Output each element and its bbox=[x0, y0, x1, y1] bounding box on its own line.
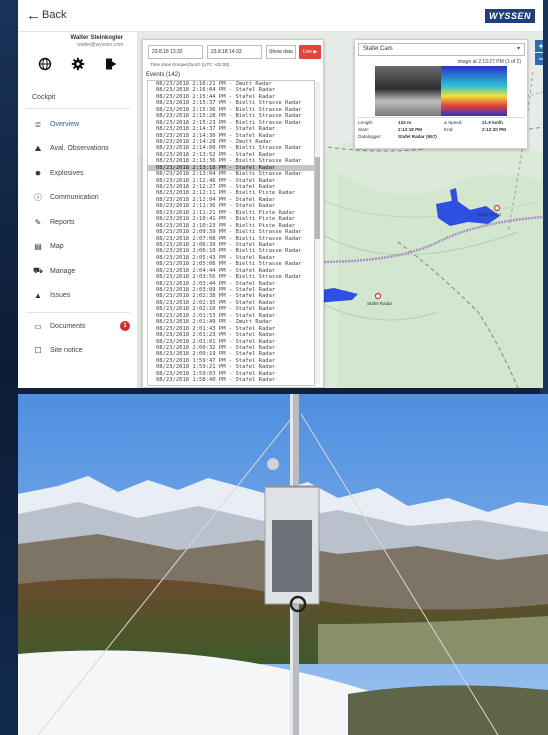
sidebar-item-aval-observations[interactable]: ⛰ Aval. Observations bbox=[18, 137, 138, 162]
camera-difference-image[interactable] bbox=[441, 66, 507, 116]
brand-logo: WYSSEN bbox=[484, 9, 535, 23]
back-button[interactable]: Back bbox=[42, 9, 66, 21]
show-data-button[interactable]: Show data bbox=[266, 45, 296, 59]
camera-select[interactable]: Stafel Cam ▾ bbox=[358, 43, 525, 56]
bell-icon: ▲ bbox=[34, 291, 42, 301]
events-panel: 23.8.18 13:32 23.8.18 14:33 Show data Li… bbox=[142, 39, 324, 388]
camera-panel: Stafel Cam ▾ image at 2:13:27 PM (1 of 2… bbox=[354, 39, 528, 149]
live-button[interactable]: Live ▶ bbox=[299, 45, 321, 59]
event-row[interactable]: 08/23/2018 2:10:41 PM - Bielti Piste Rad… bbox=[148, 216, 314, 222]
start-label: Start: bbox=[358, 127, 369, 132]
screenshot-root: { "topbar": { "back_label": "Back", "bra… bbox=[0, 0, 548, 735]
camera-image-info: image at 2:13:27 PM (1 of 2) bbox=[457, 59, 521, 65]
sidebar-item-site-notice[interactable]: ☐ Site notice bbox=[18, 339, 138, 364]
length-label: Length: bbox=[358, 120, 374, 125]
globe-icon[interactable] bbox=[38, 57, 52, 71]
edit-icon: ✎ bbox=[34, 217, 42, 227]
map-label-stafel: Stafel Radar bbox=[367, 301, 393, 306]
nav-divider bbox=[26, 312, 130, 313]
sidebar-nav: ≣ Overview ⛰ Aval. Observations ✸ Explos… bbox=[18, 108, 138, 364]
sidebar-item-label: Reports bbox=[50, 218, 75, 226]
event-row[interactable]: 08/23/2018 2:13:36 PM - Bielti Strasse R… bbox=[148, 158, 314, 164]
sidebar-item-label: Site notice bbox=[50, 347, 83, 355]
photo-scene bbox=[18, 394, 548, 735]
sidebar-item-label: Explosives bbox=[50, 169, 84, 177]
truck-icon: ⛟ bbox=[32, 266, 44, 276]
speed-label: ø Speed: bbox=[444, 120, 463, 125]
event-row[interactable]: 08/23/2018 2:07:08 PM - Bielti Strasse R… bbox=[148, 236, 314, 242]
sidebar-item-label: Communication bbox=[50, 194, 99, 202]
sidebar-item-overview[interactable]: ≣ Overview bbox=[18, 112, 138, 137]
event-row[interactable]: 08/23/2018 2:13:04 PM - Bielti Strasse R… bbox=[148, 171, 314, 177]
user-email: walter@wyssen.com bbox=[77, 42, 123, 48]
sidebar-item-reports[interactable]: ✎ Reports bbox=[18, 210, 138, 235]
left-edge-strip bbox=[0, 0, 18, 735]
documents-badge: 1 bbox=[120, 321, 130, 331]
nav-divider bbox=[26, 108, 130, 109]
end-datetime-field[interactable]: 23.8.18 14:33 bbox=[207, 45, 262, 59]
sidebar-item-manage[interactable]: ⛟ Manage bbox=[18, 259, 138, 284]
event-row[interactable]: 08/23/2018 2:12:11 PM - Bielti Piste Rad… bbox=[148, 190, 314, 196]
caret-down-icon: ▾ bbox=[516, 46, 520, 52]
sidebar-item-label: Documents bbox=[50, 322, 86, 330]
map-icon: ▤ bbox=[34, 242, 42, 252]
sidebar-item-issues[interactable]: ▲ Issues bbox=[18, 284, 138, 309]
sidebar-item-explosives[interactable]: ✸ Explosives bbox=[18, 161, 138, 186]
user-name: Walter Steinkogler bbox=[70, 35, 123, 41]
camera-stats: Length: 133 m ø Speed: 21.9 km/h Start: … bbox=[358, 117, 525, 147]
camera-image[interactable] bbox=[375, 66, 441, 116]
event-row[interactable]: 08/23/2018 2:15:28 PM - Bielti Strasse R… bbox=[148, 113, 314, 119]
events-scrollbar[interactable] bbox=[315, 82, 320, 384]
events-list[interactable]: 08/23/2018 2:16:21 PM - Zmutt Radar 08/23… bbox=[147, 80, 315, 386]
length-value: 133 m bbox=[398, 120, 412, 125]
top-bar: ← Back WYSSEN bbox=[18, 0, 543, 32]
radar-station-photo bbox=[18, 394, 548, 735]
sidebar-item-label: Aval. Observations bbox=[50, 145, 109, 153]
notice-icon: ☐ bbox=[34, 346, 42, 356]
speed-value: 21.9 km/h bbox=[482, 120, 503, 125]
end-value: 2:13:20 PM bbox=[482, 127, 507, 132]
app-window: ← Back WYSSEN Walter Steinkogler walter@… bbox=[18, 0, 543, 388]
datalogger-value: Stafel Radar (557) bbox=[398, 134, 437, 139]
explosion-icon: ✸ bbox=[34, 168, 42, 178]
start-value: 2:13:18 PM bbox=[398, 127, 423, 132]
event-row[interactable]: 08/23/2018 2:14:00 PM - Bielti Strasse R… bbox=[148, 145, 314, 151]
info-icon: ⓘ bbox=[34, 193, 42, 203]
sidebar-item-communication[interactable]: ⓘ Communication bbox=[18, 186, 138, 211]
sidebar-item-label: Issues bbox=[50, 292, 71, 300]
sidebar-item-label: Overview bbox=[50, 120, 80, 128]
zoom-in-button[interactable]: + bbox=[535, 40, 543, 52]
event-row[interactable]: 08/23/2018 2:06:10 PM - Bielti Strasse R… bbox=[148, 248, 314, 254]
logout-icon[interactable] bbox=[104, 57, 118, 71]
event-row[interactable]: 08/23/2018 2:03:56 PM - Bielti Strasse R… bbox=[148, 274, 314, 280]
sidebar-item-map[interactable]: ▤ Map bbox=[18, 235, 138, 260]
gear-icon[interactable] bbox=[71, 57, 85, 71]
sidebar-item-label: Map bbox=[50, 243, 64, 251]
event-row[interactable]: 08/23/2018 2:05:06 PM - Bielti Strasse R… bbox=[148, 261, 314, 267]
zoom-out-button[interactable]: − bbox=[535, 53, 543, 65]
sidebar-icon-row bbox=[38, 56, 118, 72]
event-row[interactable]: 08/23/2018 2:09:39 PM - Bielti Strasse R… bbox=[148, 229, 314, 235]
cockpit-label: Cockpit bbox=[32, 94, 56, 101]
overview-icon: ≣ bbox=[34, 119, 42, 129]
start-datetime-field[interactable]: 23.8.18 13:32 bbox=[148, 45, 203, 59]
sidebar-item-label: Manage bbox=[50, 267, 76, 275]
documents-icon: ▭ bbox=[34, 321, 42, 331]
event-row[interactable]: 08/23/2018 2:15:37 PM - Bielti Strasse R… bbox=[148, 100, 314, 106]
map-label-bielti: Bielti Radar bbox=[478, 212, 502, 217]
datalogger-label: Datalogger: bbox=[358, 134, 382, 139]
scrollbar-thumb[interactable] bbox=[315, 157, 320, 239]
back-arrow-icon[interactable]: ← bbox=[26, 7, 41, 24]
avalanche-icon: ⛰ bbox=[34, 143, 42, 153]
timezone-note: Time zone Europe/Zurich (UTC +02:00) bbox=[150, 62, 230, 67]
end-label: End: bbox=[444, 127, 454, 132]
sidebar-item-documents[interactable]: ▭ Documents 1 bbox=[18, 314, 138, 339]
camera-select-value: Stafel Cam bbox=[363, 46, 393, 52]
events-header: Events (142) bbox=[146, 72, 181, 78]
event-row[interactable]: 08/23/2018 1:58:40 PM - Stafel Radar bbox=[148, 377, 314, 383]
sidebar: Walter Steinkogler walter@wyssen.com Coc… bbox=[18, 32, 138, 388]
